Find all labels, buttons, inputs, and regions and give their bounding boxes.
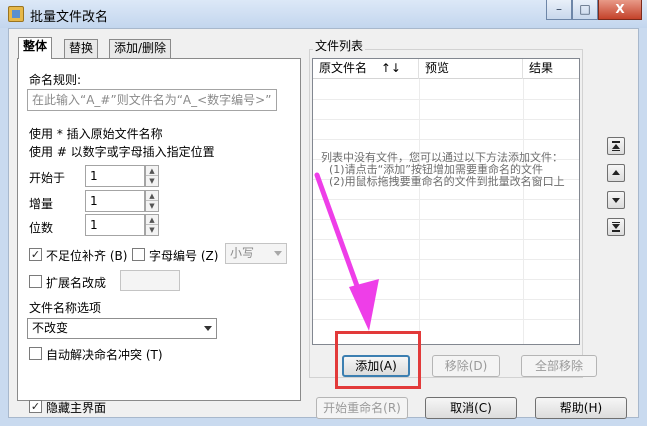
letter-number-checkbox[interactable]	[132, 248, 145, 261]
arrow-down-icon	[612, 198, 620, 203]
name-option-select[interactable]: 不改变	[27, 318, 217, 339]
cancel-button[interactable]: 取消(C)	[425, 397, 517, 419]
minimize-button[interactable]: –	[546, 0, 572, 20]
letter-case-select[interactable]: 小写	[225, 243, 287, 264]
step-input[interactable]: 1	[85, 190, 145, 212]
move-down-button[interactable]	[607, 191, 625, 209]
hint-hash: 使用 # 以数字或字母插入指定位置	[29, 145, 215, 159]
hide-main-label: 隐藏主界面	[46, 401, 107, 415]
step-label: 增量	[29, 197, 54, 211]
rule-input[interactable]: 在此输入“A_#”则文件名为“A_<数字编号>”	[27, 89, 277, 111]
grid-line	[523, 79, 524, 344]
move-bottom-button[interactable]	[607, 218, 625, 236]
hint-star: 使用 * 插入原始文件名称	[29, 127, 163, 141]
grid-line	[313, 139, 579, 140]
close-button[interactable]: X	[598, 0, 642, 20]
tab-add-delete[interactable]: 添加/删除	[109, 39, 172, 58]
pad-zero-checkbox[interactable]: ✓	[29, 248, 42, 261]
move-top-button[interactable]	[607, 137, 625, 155]
app-icon	[8, 6, 24, 22]
dialog-client: 整体 替换 添加/删除 命名规则: 在此输入“A_#”则文件名为“A_<数字编号…	[8, 28, 639, 419]
letter-number-label: 字母编号 (Z)	[149, 249, 219, 263]
remove-button[interactable]: 移除(D)	[432, 355, 500, 377]
start-input[interactable]: 1	[85, 165, 145, 187]
auto-conflict-label: 自动解决命名冲突 (T)	[46, 348, 163, 362]
move-bottom-icon	[612, 222, 620, 232]
col-preview[interactable]: 预览	[419, 59, 523, 79]
help-button[interactable]: 帮助(H)	[535, 397, 627, 419]
name-option-label: 文件名称选项	[29, 301, 102, 315]
arrow-up-icon	[612, 170, 620, 175]
highlight-box	[335, 331, 421, 389]
tab-overall[interactable]: 整体	[18, 37, 53, 59]
list-header: 原文件名 ↑↓ 预览 结果	[313, 59, 579, 79]
col-original-name[interactable]: 原文件名 ↑↓	[313, 59, 419, 79]
col-result[interactable]: 结果	[523, 59, 579, 79]
step-spinner[interactable]: ▲ ▼	[145, 190, 159, 212]
digits-input[interactable]: 1	[85, 214, 145, 236]
start-label: 开始于	[29, 171, 66, 185]
chevron-down-icon	[204, 326, 212, 331]
chevron-down-icon	[274, 251, 282, 256]
tab-replace[interactable]: 替换	[64, 39, 99, 58]
ext-change-label: 扩展名改成	[46, 276, 107, 290]
pad-zero-label: 不足位补齐 (B)	[46, 249, 128, 263]
move-top-icon	[612, 141, 620, 151]
digits-label: 位数	[29, 221, 54, 235]
pointer-arrow-icon	[314, 172, 379, 331]
title-bar: 批量文件改名 – □ X	[0, 0, 647, 28]
file-list-title: 文件列表	[313, 37, 366, 54]
grid-line	[313, 119, 579, 120]
batch-rename-window: 批量文件改名 – □ X 整体 替换 添加/删除 命名规则: 在此输入“A_#”…	[0, 0, 647, 426]
hide-main-checkbox[interactable]: ✓	[29, 400, 42, 413]
move-up-button[interactable]	[607, 164, 625, 182]
auto-conflict-checkbox[interactable]	[29, 347, 42, 360]
grid-line	[313, 99, 579, 100]
digits-spinner[interactable]: ▲ ▼	[145, 214, 159, 236]
ext-input[interactable]	[120, 270, 180, 291]
window-title: 批量文件改名	[30, 10, 109, 25]
maximize-button[interactable]: □	[572, 0, 598, 20]
start-rename-button[interactable]: 开始重命名(R)	[316, 397, 408, 419]
remove-all-button[interactable]: 全部移除	[521, 355, 597, 377]
ext-change-checkbox[interactable]	[29, 275, 42, 288]
start-spinner[interactable]: ▲ ▼	[145, 165, 159, 187]
rule-label: 命名规则:	[29, 73, 82, 87]
grid-line	[419, 79, 420, 344]
sort-icon: ↑↓	[380, 61, 401, 75]
